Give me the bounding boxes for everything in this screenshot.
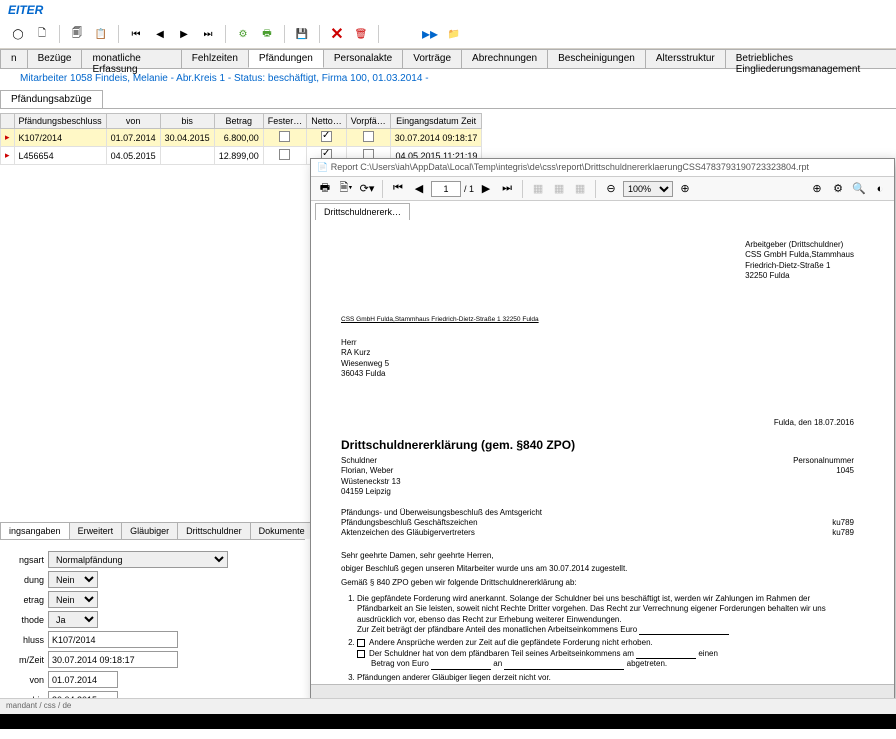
app-title: EITER <box>0 0 896 20</box>
select-etrag[interactable]: Nein <box>48 591 98 608</box>
report-window: 📄 Report C:\Users\iah\AppData\Local\Temp… <box>310 158 895 703</box>
rpt-next-icon[interactable]: ▶ <box>477 180 495 198</box>
employer-address: Arbeitgeber (Drittschuldner)CSS GmbH Ful… <box>745 240 854 282</box>
close-icon[interactable]: ✕ <box>327 24 347 44</box>
rpt-zoom-select[interactable]: 100% <box>623 181 673 197</box>
select-dung[interactable]: Nein <box>48 571 98 588</box>
main-tab-2[interactable]: monatliche Erfassung <box>81 49 181 68</box>
prev-icon[interactable]: ◀ <box>150 24 170 44</box>
delete-icon[interactable]: 🗑 <box>351 24 371 44</box>
subtabs: Pfändungsabzüge <box>0 90 896 109</box>
main-tab-9[interactable]: Altersstruktur <box>645 49 726 68</box>
sender-address: CSS GmbH Fulda,Stammhaus Friedrich-Dietz… <box>341 316 539 324</box>
select-ngsart[interactable]: Normalpfändung <box>48 551 228 568</box>
label-etrag: etrag <box>6 595 48 605</box>
form-tab-0[interactable]: ingsangaben <box>0 522 70 539</box>
main-tab-5[interactable]: Personalakte <box>323 49 403 68</box>
rpt-info-icon[interactable]: ◐ <box>871 180 889 198</box>
folder-icon[interactable]: 📁 <box>444 24 464 44</box>
rpt-print-icon[interactable]: 🖶 <box>316 180 334 198</box>
rpt-zoomin-icon[interactable]: ⊕ <box>676 180 694 198</box>
report-date: Fulda, den 18.07.2016 <box>774 418 854 428</box>
main-tabs: nBezügemonatliche ErfassungFehlzeitenPfä… <box>0 49 896 69</box>
col-header[interactable]: Fester… <box>263 114 307 129</box>
rpt-page-input[interactable] <box>431 181 461 197</box>
save-icon[interactable]: 💾 <box>292 24 312 44</box>
main-tab-7[interactable]: Abrechnungen <box>461 49 548 68</box>
col-header[interactable]: Betrag <box>214 114 263 129</box>
col-header[interactable]: Pfändungsbeschluss <box>14 114 106 129</box>
document-icon[interactable]: 🗋 <box>32 24 52 44</box>
rpt-layout3-icon[interactable]: ▦ <box>571 180 589 198</box>
col-header[interactable]: Netto… <box>307 114 347 129</box>
rpt-page-total: / 1 <box>464 184 474 194</box>
main-tab-6[interactable]: Vorträge <box>402 49 462 68</box>
input-von[interactable] <box>48 671 118 688</box>
recipient-address: HerrRA KurzWiesenweg 536043 Fulda <box>341 338 389 380</box>
rpt-target-icon[interactable]: ⊕ <box>808 180 826 198</box>
form-tab-2[interactable]: Gläubiger <box>121 522 178 539</box>
subtab-pfaendungsabzuege[interactable]: Pfändungsabzüge <box>0 90 103 108</box>
main-toolbar: ◯ 🗋 🗐 📋 ⏮ ◀ ▶ ⏭ ⚙ 🖶 💾 ✕ 🗑 ▸▸ 📁 <box>0 20 896 49</box>
copy-icon[interactable]: 🗐 <box>67 24 87 44</box>
input-hluss[interactable] <box>48 631 178 648</box>
select-thode[interactable]: Ja <box>48 611 98 628</box>
rpt-layout2-icon[interactable]: ▦ <box>550 180 568 198</box>
table-row[interactable]: ▸K107/201401.07.201430.04.20156.800,0030… <box>1 129 482 147</box>
next-icon[interactable]: ▶ <box>174 24 194 44</box>
rpt-last-icon[interactable]: ⏭ <box>498 180 516 198</box>
input-mzeit[interactable] <box>48 651 178 668</box>
footer-status: mandant / css / de <box>0 698 896 714</box>
label-ngsart: ngsart <box>6 555 48 565</box>
label-thode: thode <box>6 615 48 625</box>
paste-icon[interactable]: 📋 <box>91 24 111 44</box>
label-von: von <box>6 675 48 685</box>
rpt-gear-icon[interactable]: ⚙ <box>829 180 847 198</box>
rpt-export-icon[interactable]: 🗎▾ <box>337 180 355 198</box>
first-icon[interactable]: ⏮ <box>126 24 146 44</box>
form-tab-4[interactable]: Dokumente <box>250 522 314 539</box>
label-mzeit: m/Zeit <box>6 655 48 665</box>
label-dung: dung <box>6 575 48 585</box>
col-header[interactable]: Eingangsdatum Zeit <box>390 114 482 129</box>
main-tab-10[interactable]: Betriebliches Eingliederungsmanagement <box>725 49 896 68</box>
form-tab-3[interactable]: Drittschuldner <box>177 522 251 539</box>
report-content: Arbeitgeber (Drittschuldner)CSS GmbH Ful… <box>311 220 894 683</box>
report-tab[interactable]: Drittschuldnererk… <box>315 203 410 220</box>
main-tab-3[interactable]: Fehlzeiten <box>181 49 249 68</box>
rpt-zoomout-icon[interactable]: ⊖ <box>602 180 620 198</box>
rpt-layout1-icon[interactable]: ▦ <box>529 180 547 198</box>
main-tab-0[interactable]: n <box>0 49 28 68</box>
col-header[interactable]: bis <box>160 114 214 129</box>
col-header[interactable]: von <box>106 114 160 129</box>
report-body: SchuldnerPersonalnummer Florian, Weber10… <box>341 456 854 683</box>
label-hluss: hluss <box>6 635 48 645</box>
report-heading: Drittschuldnererklärung (gem. §840 ZPO) <box>341 438 575 454</box>
form-tab-1[interactable]: Erweitert <box>69 522 123 539</box>
rpt-first-icon[interactable]: ⏮ <box>389 180 407 198</box>
report-toolbar: 🖶 🗎▾ ⟳▾ ⏮ ◀ / 1 ▶ ⏭ ▦ ▦ ▦ ⊖ 100% ⊕ ⊕ ⚙ 🔍… <box>311 177 894 201</box>
gear-icon[interactable]: ⚙ <box>233 24 253 44</box>
rpt-refresh-icon[interactable]: ⟳▾ <box>358 180 376 198</box>
main-tab-1[interactable]: Bezüge <box>27 49 83 68</box>
forward-icon[interactable]: ▸▸ <box>420 24 440 44</box>
print-icon[interactable]: 🖶 <box>257 24 277 44</box>
rpt-prev-icon[interactable]: ◀ <box>410 180 428 198</box>
rpt-search-icon[interactable]: 🔍 <box>850 180 868 198</box>
last-icon[interactable]: ⏭ <box>198 24 218 44</box>
main-tab-4[interactable]: Pfändungen <box>248 49 324 68</box>
report-title: 📄 Report C:\Users\iah\AppData\Local\Temp… <box>311 159 894 177</box>
new-icon[interactable]: ◯ <box>8 24 28 44</box>
col-header[interactable]: Vorpfä… <box>346 114 390 129</box>
main-tab-8[interactable]: Bescheinigungen <box>547 49 646 68</box>
